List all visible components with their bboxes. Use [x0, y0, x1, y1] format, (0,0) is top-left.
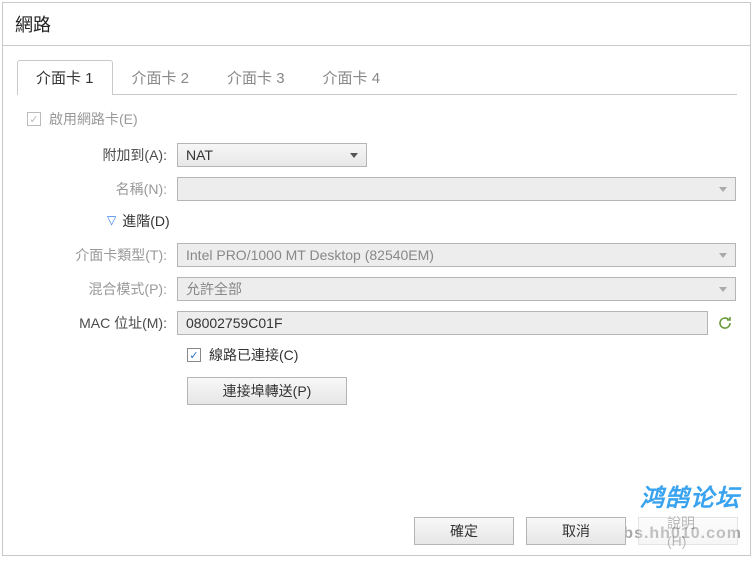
ok-button[interactable]: 確定	[414, 517, 514, 545]
adapter-type-dropdown: Intel PRO/1000 MT Desktop (82540EM)	[177, 243, 736, 267]
attached-to-label: 附加到(A):	[17, 145, 177, 165]
adapter-form: ✓ 啟用網路卡(E) 附加到(A): NAT 名稱(N): ▽ 進階(D) 介面…	[3, 95, 750, 405]
tab-adapter-2[interactable]: 介面卡 2	[113, 60, 209, 94]
tab-adapter-4[interactable]: 介面卡 4	[304, 60, 400, 94]
dialog-buttons: 確定 取消 說明(H)	[414, 517, 738, 545]
tab-adapter-1[interactable]: 介面卡 1	[17, 60, 113, 95]
chevron-down-icon: ▽	[107, 213, 116, 227]
enable-adapter-checkbox[interactable]: ✓	[27, 112, 41, 126]
port-forwarding-button[interactable]: 連接埠轉送(P)	[187, 377, 347, 405]
advanced-label: 進階(D)	[122, 211, 169, 231]
cancel-button[interactable]: 取消	[526, 517, 626, 545]
attached-to-dropdown[interactable]: NAT	[177, 143, 367, 167]
watermark-logo: 鸿鹄论坛	[640, 478, 740, 513]
cable-connected-checkbox[interactable]: ✓	[187, 348, 201, 362]
cable-connected-label: 線路已連接(C)	[209, 345, 298, 365]
adapter-type-label: 介面卡類型(T):	[17, 245, 177, 265]
enable-adapter-row: ✓ 啟用網路卡(E)	[17, 109, 736, 129]
help-button[interactable]: 說明(H)	[638, 517, 738, 545]
network-settings-window: 網路 介面卡 1 介面卡 2 介面卡 3 介面卡 4 ✓ 啟用網路卡(E) 附加…	[2, 2, 751, 556]
promiscuous-mode-dropdown: 允許全部	[177, 277, 736, 301]
promiscuous-mode-label: 混合模式(P):	[17, 279, 177, 299]
mac-address-input[interactable]: 08002759C01F	[177, 311, 708, 335]
advanced-toggle[interactable]: ▽ 進階(D)	[17, 211, 736, 231]
tab-adapter-3[interactable]: 介面卡 3	[208, 60, 304, 94]
adapter-tabs: 介面卡 1 介面卡 2 介面卡 3 介面卡 4	[17, 60, 737, 95]
mac-address-label: MAC 位址(M):	[17, 313, 177, 333]
refresh-mac-icon[interactable]	[714, 312, 736, 334]
name-label: 名稱(N):	[17, 179, 177, 199]
enable-adapter-label: 啟用網路卡(E)	[49, 109, 138, 129]
name-dropdown	[177, 177, 736, 201]
window-title: 網路	[3, 3, 750, 46]
